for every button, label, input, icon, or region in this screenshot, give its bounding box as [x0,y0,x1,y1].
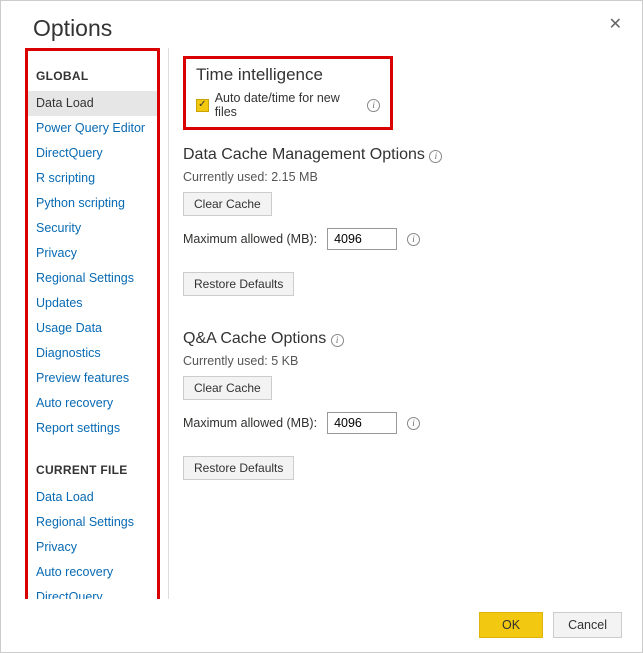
sidebar-item-preview-features[interactable]: Preview features [34,366,157,391]
dialog-title: Options [33,15,112,42]
data-cache-used: Currently used: 2.15 MB [183,170,626,184]
sidebar-item-privacy[interactable]: Privacy [34,241,157,266]
sidebar-item-power-query-editor[interactable]: Power Query Editor [34,116,157,141]
qa-cache-max-input[interactable] [327,412,397,434]
data-cache-title: Data Cache Management Options [183,146,425,163]
sidebar-heading-current-file: CURRENT FILE [36,463,157,477]
qa-cache-section: Q&A Cache Options i Currently used: 5 KB… [183,330,626,480]
sidebar: GLOBAL Data Load Power Query Editor Dire… [25,48,160,599]
auto-datetime-label: Auto date/time for new files [215,91,362,119]
info-icon[interactable]: i [429,150,442,163]
clear-cache-button[interactable]: Clear Cache [183,192,272,216]
main-panel: Time intelligence ✓ Auto date/time for n… [168,48,642,599]
qa-clear-cache-button[interactable]: Clear Cache [183,376,272,400]
data-cache-section: Data Cache Management Options i Currentl… [183,146,626,296]
sidebar-item-cf-auto-recovery[interactable]: Auto recovery [34,560,157,585]
cancel-button[interactable]: Cancel [553,612,622,638]
data-cache-max-input[interactable] [327,228,397,250]
time-intelligence-section: Time intelligence ✓ Auto date/time for n… [183,56,393,130]
sidebar-item-auto-recovery[interactable]: Auto recovery [34,391,157,416]
sidebar-item-data-load[interactable]: Data Load [28,91,160,116]
sidebar-item-cf-directquery[interactable]: DirectQuery [34,585,157,599]
sidebar-heading-global: GLOBAL [36,69,157,83]
info-icon[interactable]: i [407,417,420,430]
qa-restore-defaults-button[interactable]: Restore Defaults [183,456,294,480]
titlebar: Options ✕ [1,1,642,48]
close-icon[interactable]: ✕ [607,15,624,35]
dialog-footer: OK Cancel [479,612,622,638]
qa-cache-used: Currently used: 5 KB [183,354,626,368]
restore-defaults-button[interactable]: Restore Defaults [183,272,294,296]
sidebar-item-regional-settings[interactable]: Regional Settings [34,266,157,291]
sidebar-item-cf-privacy[interactable]: Privacy [34,535,157,560]
qa-cache-title: Q&A Cache Options [183,330,326,347]
qa-cache-max-label: Maximum allowed (MB): [183,416,317,430]
sidebar-item-updates[interactable]: Updates [34,291,157,316]
info-icon[interactable]: i [331,334,344,347]
sidebar-item-diagnostics[interactable]: Diagnostics [34,341,157,366]
sidebar-item-report-settings[interactable]: Report settings [34,416,157,441]
sidebar-item-python-scripting[interactable]: Python scripting [34,191,157,216]
sidebar-item-r-scripting[interactable]: R scripting [34,166,157,191]
time-intelligence-title: Time intelligence [196,65,380,85]
info-icon[interactable]: i [407,233,420,246]
sidebar-item-security[interactable]: Security [34,216,157,241]
sidebar-item-cf-regional-settings[interactable]: Regional Settings [34,510,157,535]
sidebar-item-cf-data-load[interactable]: Data Load [34,485,157,510]
auto-datetime-checkbox[interactable]: ✓ [196,99,209,112]
options-dialog: Options ✕ GLOBAL Data Load Power Query E… [0,0,643,653]
sidebar-item-usage-data[interactable]: Usage Data [34,316,157,341]
data-cache-max-label: Maximum allowed (MB): [183,232,317,246]
info-icon[interactable]: i [367,99,380,112]
ok-button[interactable]: OK [479,612,543,638]
sidebar-item-directquery[interactable]: DirectQuery [34,141,157,166]
